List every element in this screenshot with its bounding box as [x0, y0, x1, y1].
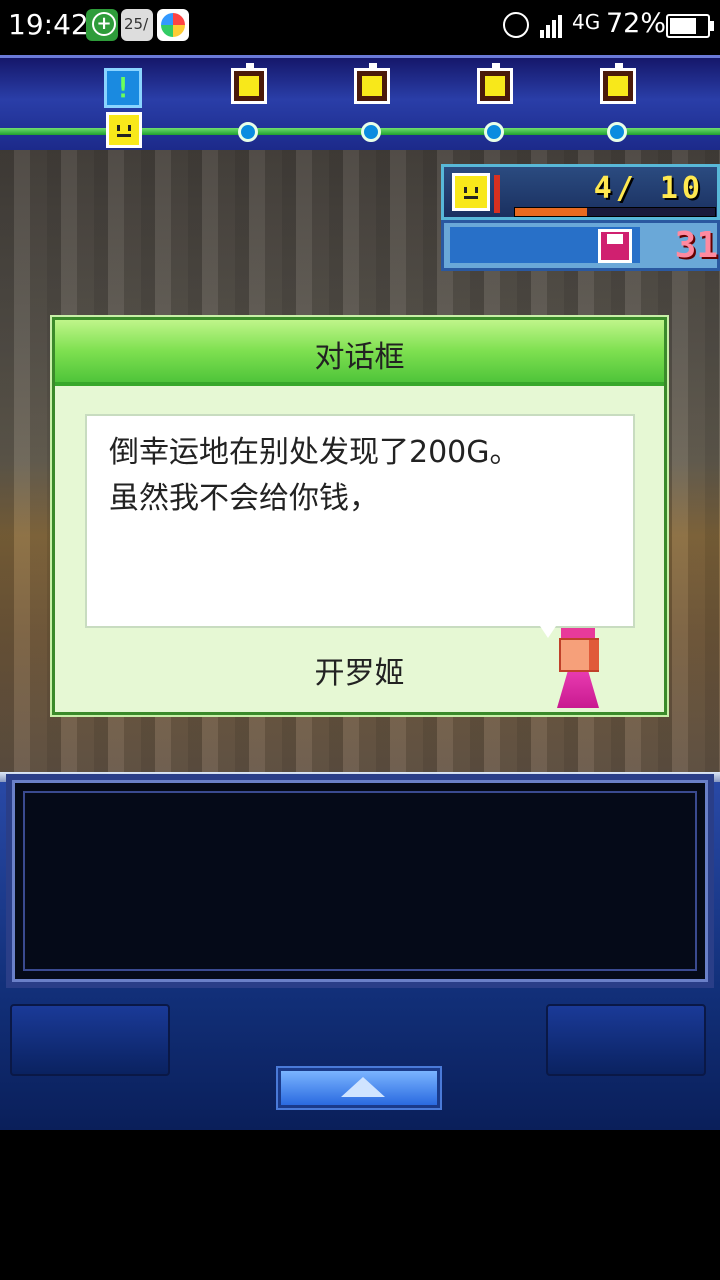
- speech-tail: [540, 626, 556, 638]
- floppy-disk-icon: [598, 229, 632, 263]
- right-button[interactable]: [546, 1004, 706, 1076]
- signal-icon: [540, 12, 568, 38]
- battery-charging-icon: [666, 14, 714, 38]
- smiley-face-icon: [106, 112, 142, 148]
- calendar-day: 25/: [124, 15, 149, 33]
- alert-bar: [494, 175, 500, 213]
- message-window: [6, 774, 714, 988]
- battery-percent: 72%: [606, 8, 667, 39]
- stage-node: [484, 122, 504, 142]
- network-type: 4G: [572, 10, 601, 34]
- calendar-icon: 25/: [121, 9, 153, 41]
- up-arrow-icon: [341, 1077, 385, 1097]
- princess-portrait: [555, 628, 601, 710]
- treasure-chest-icon: [477, 63, 513, 104]
- control-panel: [0, 772, 720, 1130]
- stage-node: [238, 122, 258, 142]
- exclamation-marker-icon: [104, 68, 142, 108]
- treasure-chest-icon: [354, 63, 390, 104]
- clock: 19:42: [8, 8, 89, 41]
- hp-bar-fill: [515, 208, 587, 216]
- floor-number: 31: [674, 225, 718, 266]
- stage-node: [361, 122, 381, 142]
- alarm-icon: [503, 12, 529, 38]
- left-button[interactable]: [10, 1004, 170, 1076]
- treasure-chest-icon: [231, 63, 267, 104]
- party-count: 4/ 10: [593, 171, 704, 206]
- hp-bar: [514, 207, 716, 217]
- expand-button[interactable]: [276, 1066, 442, 1110]
- treasure-chest-icon: [600, 63, 636, 104]
- smiley-face-icon: [452, 173, 490, 211]
- status-hud: 4/ 10 31: [441, 164, 720, 271]
- app-store-icon: [157, 9, 189, 41]
- party-panel: 4/ 10: [441, 164, 720, 220]
- dialog-header: 对话框: [55, 320, 664, 386]
- floor-panel: 31: [441, 220, 720, 271]
- status-bar: 19:42 25/ 4G 72%: [0, 0, 720, 52]
- plus-circle-icon: [86, 9, 118, 41]
- dialog-title: 对话框: [314, 340, 405, 375]
- stage-node: [607, 122, 627, 142]
- floor-progress-bar: [0, 55, 720, 153]
- dialog-box[interactable]: 对话框 倒幸运地在别处发现了200G。 虽然我不会给你钱， 开罗姬: [52, 317, 667, 715]
- dialog-message: 倒幸运地在别处发现了200G。 虽然我不会给你钱，: [85, 414, 635, 628]
